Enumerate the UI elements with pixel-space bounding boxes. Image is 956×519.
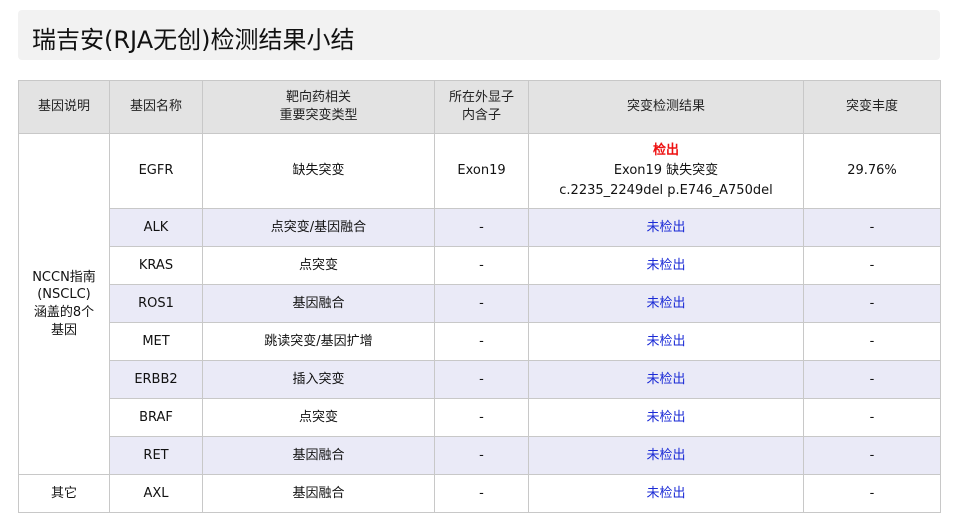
- gene-name-cell: RET: [109, 436, 203, 475]
- mutation-type-cell: 基因融合: [202, 284, 435, 323]
- table-row-met: MET 跳读突变/基因扩增 - 未检出 -: [19, 322, 941, 361]
- gene-name-cell: EGFR: [109, 133, 203, 209]
- result-cell: 未检出: [528, 474, 804, 513]
- exon-cell: -: [434, 246, 529, 285]
- table-row-alk: ALK 点突变/基因融合 - 未检出 -: [19, 208, 941, 247]
- gene-name-cell: KRAS: [109, 246, 203, 285]
- header-abundance: 突变丰度: [803, 80, 941, 134]
- abundance-cell: -: [803, 360, 941, 399]
- result-cell: 未检出: [528, 246, 804, 285]
- detected-detail-line1: Exon19 缺失突变: [613, 162, 719, 178]
- header-gene-name: 基因名称: [109, 80, 203, 134]
- header-target-mutation-type: 靶向药相关 重要突变类型: [202, 80, 435, 134]
- table-row-erbb2: ERBB2 插入突变 - 未检出 -: [19, 360, 941, 399]
- exon-cell: -: [434, 208, 529, 247]
- mutation-type-cell: 缺失突变: [202, 133, 435, 209]
- mutation-type-cell: 点突变: [202, 398, 435, 437]
- page-title: 瑞吉安(RJA无创)检测结果小结: [32, 26, 355, 54]
- abundance-cell: -: [803, 436, 941, 475]
- gene-name-cell: ERBB2: [109, 360, 203, 399]
- group-nccn-genes: NCCN指南 (NSCLC) 涵盖的8个 基因: [18, 133, 110, 475]
- title-bar: 瑞吉安(RJA无创)检测结果小结: [18, 10, 940, 60]
- header-target-line1: 靶向药相关: [285, 90, 351, 106]
- abundance-cell: 29.76%: [803, 133, 941, 209]
- exon-cell: -: [434, 322, 529, 361]
- mutation-type-cell: 插入突变: [202, 360, 435, 399]
- header-target-line2: 重要突变类型: [279, 108, 358, 123]
- gene-name-cell: ROS1: [109, 284, 203, 323]
- exon-cell: -: [434, 398, 529, 437]
- result-cell-detected: 检出 Exon19 缺失突变 c.2235_2249del p.E746_A75…: [528, 133, 804, 209]
- abundance-cell: -: [803, 208, 941, 247]
- abundance-cell: -: [803, 398, 941, 437]
- table-header-row: 基因说明 基因名称 靶向药相关 重要突变类型 所在外显子 内含子 突变检测结果 …: [18, 80, 941, 134]
- exon-cell: -: [434, 360, 529, 399]
- table-row-ros1: ROS1 基因融合 - 未检出 -: [19, 284, 941, 323]
- group-nccn-line4: 基因: [50, 322, 77, 338]
- detected-detail-line2: c.2235_2249del p.E746_A750del: [559, 183, 773, 199]
- exon-cell: -: [434, 474, 529, 513]
- mutation-type-cell: 点突变: [202, 246, 435, 285]
- table-row-braf: BRAF 点突变 - 未检出 -: [19, 398, 941, 437]
- detected-status: 检出: [652, 142, 679, 158]
- result-cell: 未检出: [528, 436, 804, 475]
- mutation-type-cell: 基因融合: [202, 474, 435, 513]
- header-exon: 所在外显子 内含子: [434, 80, 529, 134]
- result-cell: 未检出: [528, 208, 804, 247]
- abundance-cell: -: [803, 474, 941, 513]
- group-nccn-line1: NCCN指南: [32, 269, 96, 285]
- table-row-egfr: NCCN指南 (NSCLC) 涵盖的8个 基因 EGFR 缺失突变 Exon19…: [18, 133, 941, 475]
- result-cell: 未检出: [528, 398, 804, 437]
- results-table: 基因说明 基因名称 靶向药相关 重要突变类型 所在外显子 内含子 突变检测结果 …: [18, 80, 941, 513]
- result-cell: 未检出: [528, 284, 804, 323]
- group-other: 其它: [18, 474, 110, 513]
- exon-cell: -: [434, 436, 529, 475]
- mutation-type-cell: 点突变/基因融合: [202, 208, 435, 247]
- header-result: 突变检测结果: [528, 80, 804, 134]
- group-nccn-line3: 涵盖的8个: [33, 305, 95, 320]
- abundance-cell: -: [803, 284, 941, 323]
- mutation-type-cell: 跳读突变/基因扩增: [202, 322, 435, 361]
- header-exon-line2: 内含子: [461, 108, 501, 123]
- exon-cell: Exon19: [434, 133, 529, 209]
- gene-name-cell: ALK: [109, 208, 203, 247]
- gene-name-cell: MET: [109, 322, 203, 361]
- mutation-type-cell: 基因融合: [202, 436, 435, 475]
- header-exon-line1: 所在外显子: [448, 90, 514, 106]
- gene-name-cell: AXL: [109, 474, 203, 513]
- abundance-cell: -: [803, 246, 941, 285]
- abundance-cell: -: [803, 322, 941, 361]
- header-gene-desc: 基因说明: [18, 80, 110, 134]
- result-cell: 未检出: [528, 360, 804, 399]
- table-row-kras: KRAS 点突变 - 未检出 -: [19, 246, 941, 285]
- exon-cell: -: [434, 284, 529, 323]
- table-row-ret: RET 基因融合 - 未检出 -: [19, 436, 941, 475]
- group-nccn-line2: (NSCLC): [37, 287, 91, 303]
- table-row-axl: 其它 AXL 基因融合 - 未检出 -: [18, 474, 941, 513]
- result-cell: 未检出: [528, 322, 804, 361]
- gene-name-cell: BRAF: [109, 398, 203, 437]
